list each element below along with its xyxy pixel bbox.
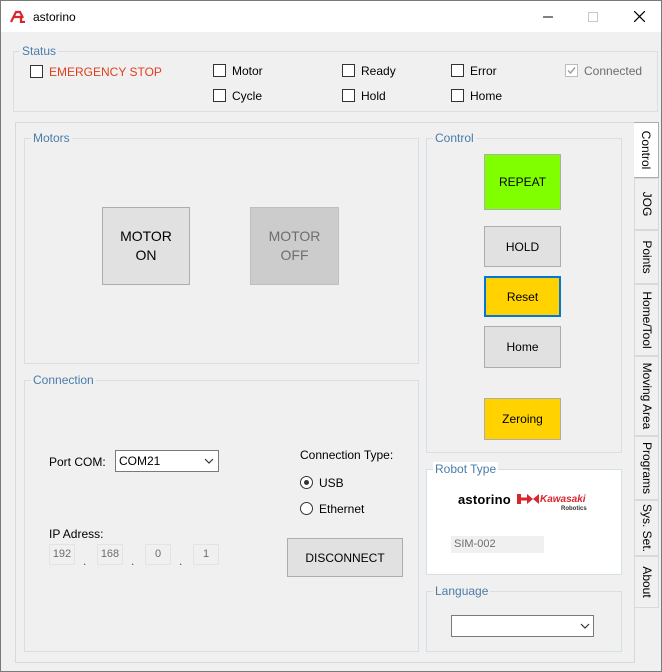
cycle-label: Cycle bbox=[232, 89, 263, 103]
tab-moving-area[interactable]: Moving Area bbox=[634, 356, 659, 436]
ip-octet-1[interactable]: 192 bbox=[49, 544, 75, 565]
robot-type-group: Robot Type bbox=[426, 462, 622, 575]
connected-checkbox[interactable] bbox=[565, 64, 578, 77]
status-group-title: Status bbox=[20, 44, 59, 58]
ip-dot: . bbox=[179, 554, 183, 568]
motor-off-button[interactable]: MOTOR OFF bbox=[250, 207, 339, 285]
window-title: astorino bbox=[33, 10, 76, 24]
tab-control[interactable]: Control bbox=[634, 122, 659, 178]
robot-type-group-title: Robot Type bbox=[433, 462, 499, 476]
ready-checkbox[interactable] bbox=[342, 64, 355, 77]
maximize-icon bbox=[588, 12, 598, 22]
ethernet-radio[interactable] bbox=[300, 502, 313, 515]
port-com-select[interactable]: COM21 bbox=[115, 450, 219, 472]
tab-about-label: About bbox=[639, 566, 654, 598]
port-com-label: Port COM: bbox=[49, 455, 106, 469]
motor-label: Motor bbox=[232, 64, 263, 78]
minimize-icon bbox=[543, 16, 553, 18]
astorino-brand: astorino bbox=[458, 492, 511, 507]
tab-moving-area-label: Moving Area bbox=[639, 362, 654, 430]
emergency-stop-checkbox[interactable] bbox=[30, 65, 43, 78]
home-checkbox[interactable] bbox=[451, 89, 464, 102]
motor-on-line2: ON bbox=[135, 247, 157, 263]
motor-off-line2: OFF bbox=[280, 247, 309, 263]
main-window: astorino Status EMERGENCY STOP Motor Rea… bbox=[0, 0, 662, 672]
cycle-checkbox[interactable] bbox=[213, 89, 226, 102]
usb-label: USB bbox=[319, 476, 344, 490]
motor-on-button[interactable]: MOTOR ON bbox=[102, 207, 190, 285]
close-icon bbox=[633, 10, 645, 23]
maximize-button[interactable] bbox=[583, 7, 603, 27]
tab-points[interactable]: Points bbox=[634, 230, 659, 284]
connected-label: Connected bbox=[584, 64, 643, 78]
tab-jog-label: JOG bbox=[639, 191, 654, 217]
motor-checkbox[interactable] bbox=[213, 64, 226, 77]
motor-off-line1: MOTOR bbox=[268, 228, 321, 244]
robotics-text: Robotics bbox=[561, 506, 587, 512]
usb-radio[interactable] bbox=[300, 476, 313, 489]
ready-label: Ready bbox=[361, 64, 396, 78]
language-select[interactable] bbox=[451, 615, 594, 637]
ip-dot: . bbox=[131, 554, 135, 568]
zeroing-button[interactable]: Zeroing bbox=[484, 398, 561, 440]
hold-checkbox[interactable] bbox=[342, 89, 355, 102]
motors-group: Motors bbox=[24, 131, 419, 364]
tab-control-label: Control bbox=[639, 130, 653, 170]
error-label: Error bbox=[470, 64, 497, 78]
control-group-title: Control bbox=[433, 131, 476, 145]
disconnect-button[interactable]: DISCONNECT bbox=[287, 538, 403, 577]
error-checkbox[interactable] bbox=[451, 64, 464, 77]
tab-jog[interactable]: JOG bbox=[634, 178, 659, 230]
tab-points-label: Points bbox=[639, 240, 654, 274]
language-group-title: Language bbox=[433, 584, 491, 598]
tab-home-tool[interactable]: Home/Tool bbox=[634, 284, 659, 356]
tab-programs-label: Programs bbox=[639, 441, 654, 495]
hold-button[interactable]: HOLD bbox=[484, 226, 561, 267]
status-group: Status bbox=[13, 44, 658, 112]
ip-address-label: IP Adress: bbox=[49, 527, 104, 541]
home-label: Home bbox=[470, 89, 503, 103]
motors-group-title: Motors bbox=[31, 131, 72, 145]
tab-column: Control JOG Points Home/Tool Moving Area… bbox=[634, 122, 659, 622]
radio-selected-dot bbox=[304, 480, 309, 485]
connection-type-label: Connection Type: bbox=[300, 448, 394, 462]
kawasaki-text: Kawasaki bbox=[540, 494, 586, 505]
tab-programs[interactable]: Programs bbox=[634, 436, 659, 500]
tab-sys-set-label: Sys. Set. bbox=[639, 503, 654, 553]
connection-group-title: Connection bbox=[31, 373, 96, 387]
astorino-logo-icon bbox=[10, 10, 25, 23]
tab-home-tool-label: Home/Tool bbox=[639, 291, 654, 349]
minimize-button[interactable] bbox=[538, 7, 558, 27]
connection-group: Connection bbox=[24, 373, 419, 652]
chevron-down-icon bbox=[204, 458, 214, 464]
tab-sys-set[interactable]: Sys. Set. bbox=[634, 500, 659, 556]
close-button[interactable] bbox=[629, 7, 649, 27]
checkmark-icon bbox=[567, 67, 576, 75]
robot-model-field: SIM-002 bbox=[451, 536, 544, 553]
chevron-down-icon bbox=[580, 623, 590, 629]
tab-about[interactable]: About bbox=[634, 556, 659, 608]
title-bar: astorino bbox=[1, 1, 661, 32]
ip-octet-2[interactable]: 168 bbox=[97, 544, 123, 565]
motor-on-line1: MOTOR bbox=[120, 228, 172, 244]
reset-button[interactable]: Reset bbox=[484, 276, 561, 317]
hold-label: Hold bbox=[361, 89, 386, 103]
emergency-stop-label: EMERGENCY STOP bbox=[49, 65, 162, 79]
ethernet-label: Ethernet bbox=[319, 502, 365, 516]
repeat-button[interactable]: REPEAT bbox=[484, 154, 561, 210]
ip-octet-4[interactable]: 1 bbox=[193, 544, 219, 565]
port-com-value: COM21 bbox=[119, 454, 161, 468]
kawasaki-logo-icon bbox=[517, 494, 539, 504]
home-button[interactable]: Home bbox=[484, 326, 561, 368]
ip-octet-3[interactable]: 0 bbox=[145, 544, 171, 565]
ip-dot: . bbox=[83, 554, 87, 568]
